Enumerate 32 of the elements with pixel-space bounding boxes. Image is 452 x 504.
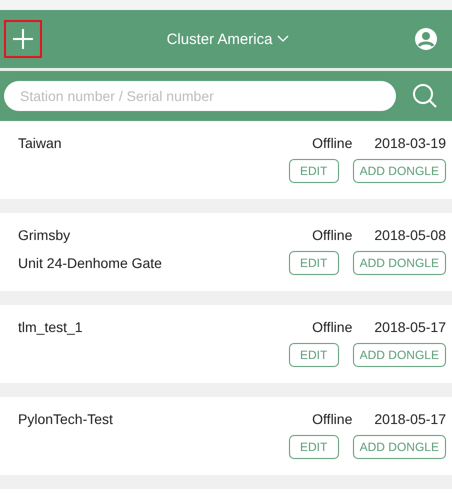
date-text: 2018-05-17 (374, 319, 446, 335)
station-card[interactable]: Grimsby Offline 2018-05-08 Unit 24-Denhome Gate EDIT ADD DONGLE (0, 213, 452, 291)
outline-button[interactable]: EDIT (288, 343, 339, 367)
user-icon[interactable] (414, 27, 438, 51)
outline-button[interactable]: EDIT (288, 251, 339, 275)
address-text: Unit 24-Denhome Gate (18, 255, 163, 271)
date-text: 2018-03-19 (374, 135, 446, 151)
outline-button[interactable]: ADD DONGLE (352, 251, 446, 275)
status-text: Offline (312, 135, 352, 151)
station-card[interactable]: tlm_test_1 Offline 2018-05-17 EDIT ADD DONGLE (0, 305, 452, 383)
search-icon[interactable] (412, 83, 438, 109)
station-name: PylonTech-Test (18, 411, 114, 427)
chevron-down-icon (277, 35, 290, 43)
outline-button[interactable]: EDIT (288, 159, 339, 183)
add-button[interactable] (4, 20, 42, 58)
station-card[interactable]: PylonTech-Test Offline 2018-05-17 EDIT ADD DONGLE (0, 397, 452, 475)
status-text: Offline (312, 227, 352, 243)
station-name: tlm_test_1 (18, 319, 84, 335)
outline-button[interactable]: ADD DONGLE (352, 435, 446, 459)
cluster-dropdown[interactable]: Cluster America (164, 28, 292, 50)
station-name: Taiwan (18, 135, 63, 151)
station-name: Grimsby (18, 227, 72, 243)
date-text: 2018-05-17 (374, 411, 446, 427)
outline-button[interactable]: EDIT (288, 435, 339, 459)
date-text: 2018-05-08 (374, 227, 446, 243)
outline-button[interactable]: ADD DONGLE (352, 159, 446, 183)
status-text: Offline (312, 319, 352, 335)
status-text: Offline (312, 411, 352, 427)
search-field[interactable]: Station number / Serial number (4, 81, 396, 111)
outline-button[interactable]: ADD DONGLE (352, 343, 446, 367)
plus-icon (12, 28, 34, 50)
station-card[interactable]: Taiwan Offline 2018-03-19 EDIT ADD DONGLE (0, 121, 452, 199)
